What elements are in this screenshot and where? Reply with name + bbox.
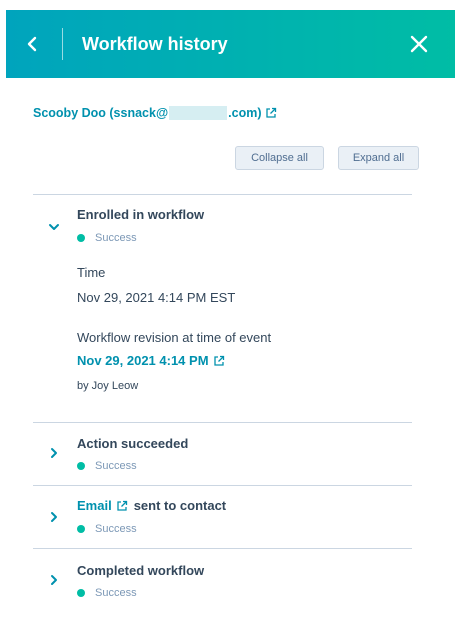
divider: [33, 422, 412, 423]
expand-all-button[interactable]: Expand all: [338, 146, 419, 170]
status-badge: Success: [77, 587, 137, 599]
status-text: Success: [95, 523, 137, 535]
page-title: Workflow history: [82, 34, 228, 54]
status-text: Success: [95, 587, 137, 599]
event-title: Completed workflow: [77, 563, 205, 578]
event-title: Email sent to contact: [77, 498, 226, 513]
time-value: Nov 29, 2021 4:14 PM EST: [77, 290, 236, 305]
time-label: Time: [77, 265, 106, 280]
success-dot-icon: [77, 462, 85, 470]
success-dot-icon: [77, 234, 85, 242]
expand-event-toggle[interactable]: [48, 511, 60, 523]
status-badge: Success: [77, 523, 137, 535]
event-title-rest: sent to contact: [133, 498, 227, 513]
status-text: Success: [95, 232, 137, 244]
external-link-icon: [266, 107, 277, 118]
external-link-icon: [117, 500, 127, 511]
external-link-icon: [213, 355, 224, 366]
revision-label: Workflow revision at time of event: [77, 330, 272, 345]
header-divider: [62, 28, 63, 60]
close-icon: [410, 35, 428, 53]
email-link[interactable]: Email: [77, 498, 112, 513]
status-badge: Success: [77, 232, 137, 244]
panel-header: Workflow history: [6, 10, 455, 78]
contact-name-suffix: .com): [228, 106, 262, 120]
expand-event-toggle[interactable]: [48, 447, 60, 459]
event-title: Enrolled in workflow: [77, 207, 205, 222]
status-text: Success: [95, 460, 137, 472]
status-badge: Success: [77, 460, 137, 472]
success-dot-icon: [77, 525, 85, 533]
close-button[interactable]: [405, 30, 433, 58]
contact-name-prefix: Scooby Doo (ssnack@: [33, 106, 169, 120]
revision-link[interactable]: Nov 29, 2021 4:14 PM: [77, 353, 225, 368]
revision-author: by Joy Leow: [77, 380, 139, 392]
success-dot-icon: [77, 589, 85, 597]
chevron-right-icon: [51, 512, 57, 522]
chevron-right-icon: [51, 575, 57, 585]
divider: [33, 194, 412, 195]
collapse-event-toggle[interactable]: [48, 221, 60, 233]
redacted-block: [169, 106, 228, 120]
chevron-left-icon: [27, 36, 37, 52]
divider: [33, 485, 412, 486]
chevron-right-icon: [51, 448, 57, 458]
expand-event-toggle[interactable]: [48, 574, 60, 586]
divider: [33, 548, 412, 549]
collapse-all-button[interactable]: Collapse all: [235, 146, 324, 170]
event-title: Action succeeded: [77, 436, 189, 451]
revision-link-text: Nov 29, 2021 4:14 PM: [77, 353, 209, 368]
contact-link[interactable]: Scooby Doo (ssnack@ .com): [33, 106, 277, 120]
chevron-down-icon: [49, 224, 59, 230]
back-button[interactable]: [20, 32, 44, 56]
